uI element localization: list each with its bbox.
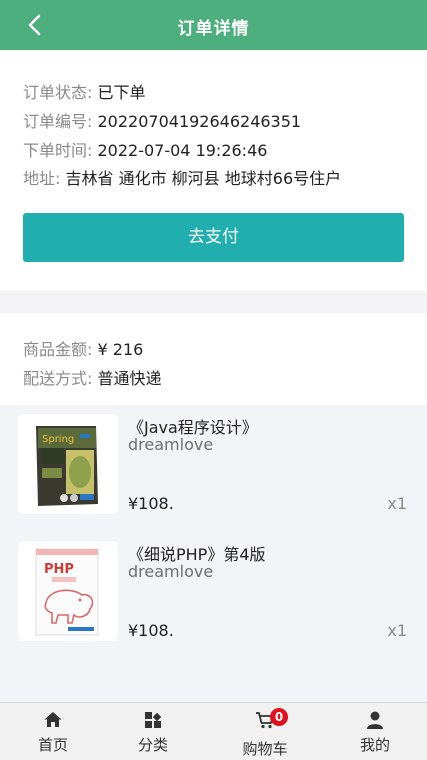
tab-mine-label: 我的 xyxy=(359,736,390,754)
spring-book-cover-icon: Spring xyxy=(18,414,118,514)
order-time-label: 下单时间: xyxy=(23,141,93,160)
product-thumbnail[interactable]: PHP xyxy=(18,541,118,641)
svg-text:Spring: Spring xyxy=(42,434,74,445)
delivery-value: 普通快递 xyxy=(97,369,162,388)
order-number-label: 订单编号: xyxy=(23,112,93,131)
address-row: 地址: 吉林省 通化市 柳河县 地球村66号住户 xyxy=(23,165,341,189)
category-icon xyxy=(145,712,162,728)
order-info-section: 订单状态: 已下单 订单编号: 20220704192646246351 下单时… xyxy=(0,50,427,290)
product-author: dreamlove xyxy=(128,562,214,581)
tab-category-label: 分类 xyxy=(137,736,168,754)
product-quantity: x1 xyxy=(387,621,407,640)
tab-home-label: 首页 xyxy=(37,736,68,754)
order-time-value: 2022-07-04 19:26:46 xyxy=(97,141,268,160)
product-price: ¥108. xyxy=(128,621,174,640)
delivery-row: 配送方式: 普通快递 xyxy=(23,365,162,389)
tab-cart[interactable]: 0 购物车 xyxy=(212,703,318,760)
header-bar: 订单详情 xyxy=(0,0,427,50)
delivery-label: 配送方式: xyxy=(23,369,93,388)
cart-badge: 0 xyxy=(270,708,288,726)
bottom-tab-bar: 首页 分类 0 购物车 我的 xyxy=(0,702,427,760)
product-thumbnail[interactable]: Spring xyxy=(18,414,118,514)
amount-row: 商品金额: ¥ 216 xyxy=(23,336,143,360)
order-number-row: 订单编号: 20220704192646246351 xyxy=(23,108,301,132)
page-title: 订单详情 xyxy=(177,19,250,39)
product-author: dreamlove xyxy=(128,435,214,454)
tab-cart-label: 购物车 xyxy=(242,740,288,758)
product-item[interactable]: PHP 《细说PHP》第4版 dreamlove ¥108. x1 xyxy=(0,532,427,648)
pay-button[interactable]: 去支付 xyxy=(23,213,404,262)
tab-category[interactable]: 分类 xyxy=(100,703,206,760)
address-label: 地址: xyxy=(23,169,61,188)
order-number-value: 20220704192646246351 xyxy=(97,112,302,131)
amount-value: ¥ 216 xyxy=(97,340,144,359)
product-quantity: x1 xyxy=(387,494,407,513)
address-value: 吉林省 通化市 柳河县 地球村66号住户 xyxy=(65,169,342,188)
php-book-cover-icon: PHP xyxy=(18,541,118,641)
order-time-row: 下单时间: 2022-07-04 19:26:46 xyxy=(23,137,267,161)
tab-home[interactable]: 首页 xyxy=(0,703,106,760)
order-status-value: 已下单 xyxy=(97,83,146,102)
product-list: Spring 《Java程序设计》 dreamlove ¥108. x1 PHP xyxy=(0,405,427,652)
tab-mine[interactable]: 我的 xyxy=(322,703,427,760)
product-item[interactable]: Spring 《Java程序设计》 dreamlove ¥108. x1 xyxy=(0,405,427,521)
section-divider xyxy=(0,291,427,313)
user-icon xyxy=(367,711,383,729)
order-status-label: 订单状态: xyxy=(23,83,93,102)
home-icon xyxy=(44,712,62,727)
empty-area xyxy=(0,652,427,702)
order-summary-section: 商品金额: ¥ 216 配送方式: 普通快递 xyxy=(0,313,427,405)
order-status-row: 订单状态: 已下单 xyxy=(23,79,146,103)
product-price: ¥108. xyxy=(128,494,174,513)
svg-text:PHP: PHP xyxy=(44,562,74,577)
amount-label: 商品金额: xyxy=(23,340,93,359)
